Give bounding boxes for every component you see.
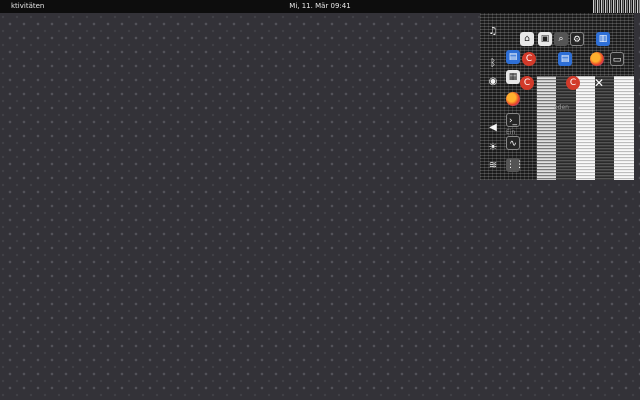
browser-icon[interactable]	[590, 52, 604, 66]
firefox-icon[interactable]	[506, 92, 520, 106]
glitch-stripe	[537, 76, 557, 180]
location-icon[interactable]: ◉	[487, 76, 499, 88]
software-icon[interactable]: C	[520, 76, 534, 90]
ghost-text: Ein	[506, 129, 516, 136]
microphone-icon[interactable]: ♫	[487, 26, 499, 38]
quick-settings-column: ♫ ᛒ ◉ ◀ ☀ ≋	[481, 14, 505, 179]
tray-icons: ⌂ C ▣ ⌕ ⚙ ▥ ▤ ▭	[520, 24, 632, 66]
glitch-stripe	[614, 76, 634, 180]
system-status-area[interactable]	[593, 0, 640, 13]
terminal-icon[interactable]: ›_	[506, 113, 520, 127]
glitch-stripe	[576, 76, 596, 180]
software-icon[interactable]: C	[566, 76, 580, 90]
camera-icon[interactable]: ▣	[538, 32, 552, 46]
home-icon[interactable]: ⌂	[520, 32, 534, 46]
glitch-stripe	[595, 76, 615, 180]
search-icon[interactable]: ⌕	[554, 32, 568, 46]
store-icon[interactable]: ▤	[558, 52, 572, 66]
software-icon[interactable]: C	[522, 52, 536, 66]
gear-icon[interactable]: ⚙	[570, 32, 584, 46]
document-icon[interactable]: ▦	[506, 70, 520, 84]
brightness-icon[interactable]: ☀	[487, 142, 499, 154]
clock[interactable]: Mi, 11. Mär 09:41	[0, 0, 640, 13]
calendar-icon[interactable]: ▥	[596, 32, 610, 46]
window-icon[interactable]: ▭	[610, 52, 624, 66]
volume-icon[interactable]: ◀	[487, 122, 499, 134]
ghost-text: oden	[554, 104, 569, 111]
bluetooth-icon[interactable]: ᛒ	[487, 58, 499, 70]
glitch-stripe	[556, 76, 576, 180]
wifi-icon[interactable]: ≋	[487, 160, 499, 172]
top-bar: ktivitäten Mi, 11. Mär 09:41	[0, 0, 640, 13]
files-icon[interactable]: ▤	[506, 50, 520, 64]
close-icon[interactable]: ✕	[592, 76, 606, 90]
app-grid-icon[interactable]: ⋮⋮	[506, 158, 524, 172]
system-monitor-icon[interactable]: ∿	[506, 136, 520, 150]
